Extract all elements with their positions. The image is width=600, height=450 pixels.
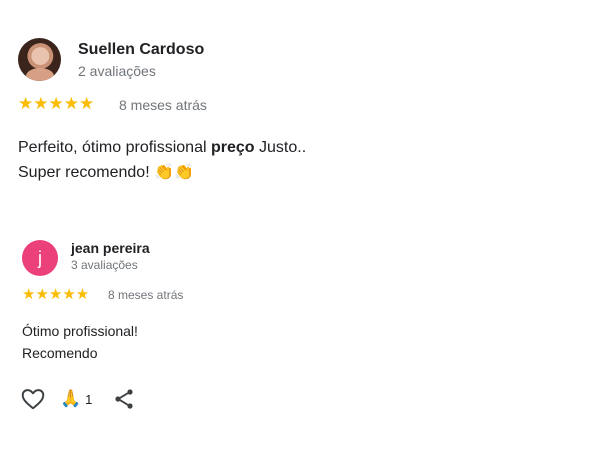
reaction-button[interactable]: 🙏 1 (60, 387, 92, 411)
review-text-line: Ótimo profissional! (22, 323, 138, 339)
like-button[interactable] (20, 386, 46, 412)
share-icon (115, 389, 133, 409)
review-text-line: Recomendo (22, 345, 98, 361)
reviewer-avatar[interactable]: j (22, 240, 58, 276)
reviewer-name[interactable]: jean pereira (71, 240, 150, 256)
review-text: Perfeito, ótimo profissional preço Justo… (18, 135, 306, 185)
praying-hands-icon: 🙏 (60, 389, 82, 408)
reviews-page: Suellen Cardoso 2 avaliações ★★★★★ 8 mes… (0, 0, 600, 450)
reaction-count: 1 (85, 391, 93, 407)
reviewer-review-count: 3 avaliações (71, 258, 138, 272)
reviewer-name[interactable]: Suellen Cardoso (78, 41, 204, 59)
review-date: 8 meses atrás (119, 97, 207, 113)
star-rating: ★★★★★ (22, 286, 90, 303)
review-text: Ótimo profissional! Recomendo (22, 320, 138, 364)
reviewer-review-count: 2 avaliações (78, 63, 156, 79)
star-rating: ★★★★★ (18, 94, 95, 113)
review-date: 8 meses atrás (108, 288, 184, 302)
reviewer-avatar[interactable] (18, 38, 61, 81)
review-text-part: Justo.. (254, 139, 307, 156)
review-text-bold: preço (210, 139, 255, 156)
review-text-line: Super recomendo! 👏👏 (18, 164, 194, 181)
share-button[interactable] (112, 387, 136, 411)
heart-outline-icon (21, 389, 45, 410)
review-text-part: Perfeito, ótimo profissional (18, 139, 211, 156)
